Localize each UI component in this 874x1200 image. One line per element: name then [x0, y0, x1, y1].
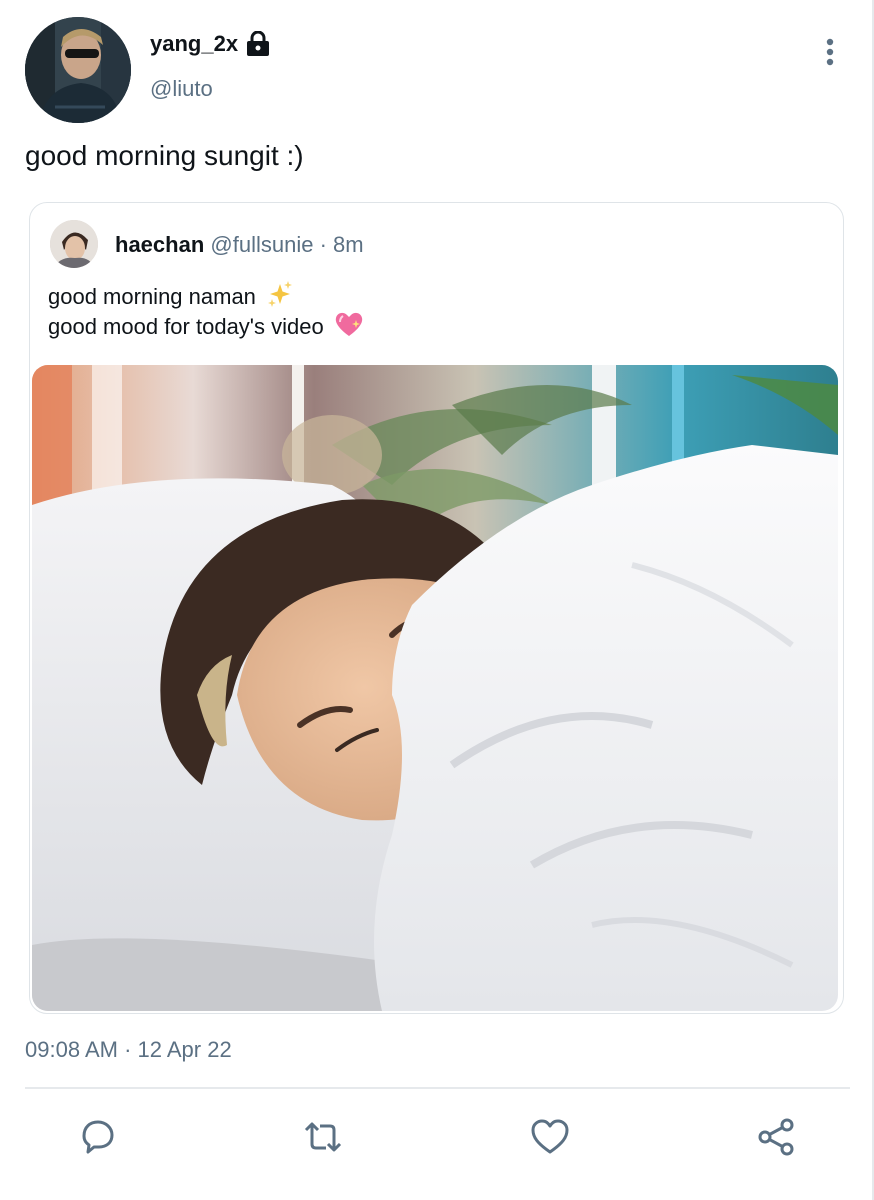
sparkling-heart-emoji-icon [334, 310, 364, 344]
quoted-line1-text: good morning naman [48, 284, 256, 309]
tweet-text: good morning sungit :) [25, 140, 304, 171]
quoted-tweet[interactable]: haechan @fullsunie · 8m good morning nam… [29, 202, 844, 1014]
quoted-time: 8m [333, 232, 364, 257]
author-handle[interactable]: @liuto [150, 76, 213, 102]
share-button[interactable] [756, 1116, 798, 1158]
quoted-handle[interactable]: @fullsunie [210, 232, 313, 257]
heart-icon [529, 1119, 571, 1162]
share-icon [756, 1118, 798, 1162]
reply-icon [76, 1120, 118, 1162]
divider [25, 1087, 850, 1089]
quoted-display-name[interactable]: haechan [115, 232, 204, 257]
quoted-header: haechan @fullsunie · 8m [115, 232, 364, 258]
lock-icon [246, 30, 270, 57]
tweet-timestamp[interactable]: 09:08 AM · 12 Apr 22 [25, 1037, 232, 1063]
reply-button[interactable] [76, 1116, 118, 1158]
sparkles-emoji-icon [266, 280, 294, 314]
like-button[interactable] [529, 1116, 571, 1158]
author-name-row: yang_2x [150, 30, 270, 57]
quoted-avatar [50, 220, 98, 268]
retweet-button[interactable] [302, 1116, 344, 1158]
quoted-separator: · [319, 232, 334, 257]
author-avatar[interactable] [25, 17, 131, 123]
quoted-line2-text: good mood for today's video [48, 314, 324, 339]
more-options-icon[interactable] [818, 36, 842, 68]
author-display-name[interactable]: yang_2x [150, 31, 238, 57]
quoted-text-line-1: good morning naman [48, 280, 294, 314]
quoted-text-line-2: good mood for today's video [48, 310, 364, 344]
retweet-icon [302, 1122, 344, 1162]
quoted-photo[interactable] [32, 365, 838, 1011]
